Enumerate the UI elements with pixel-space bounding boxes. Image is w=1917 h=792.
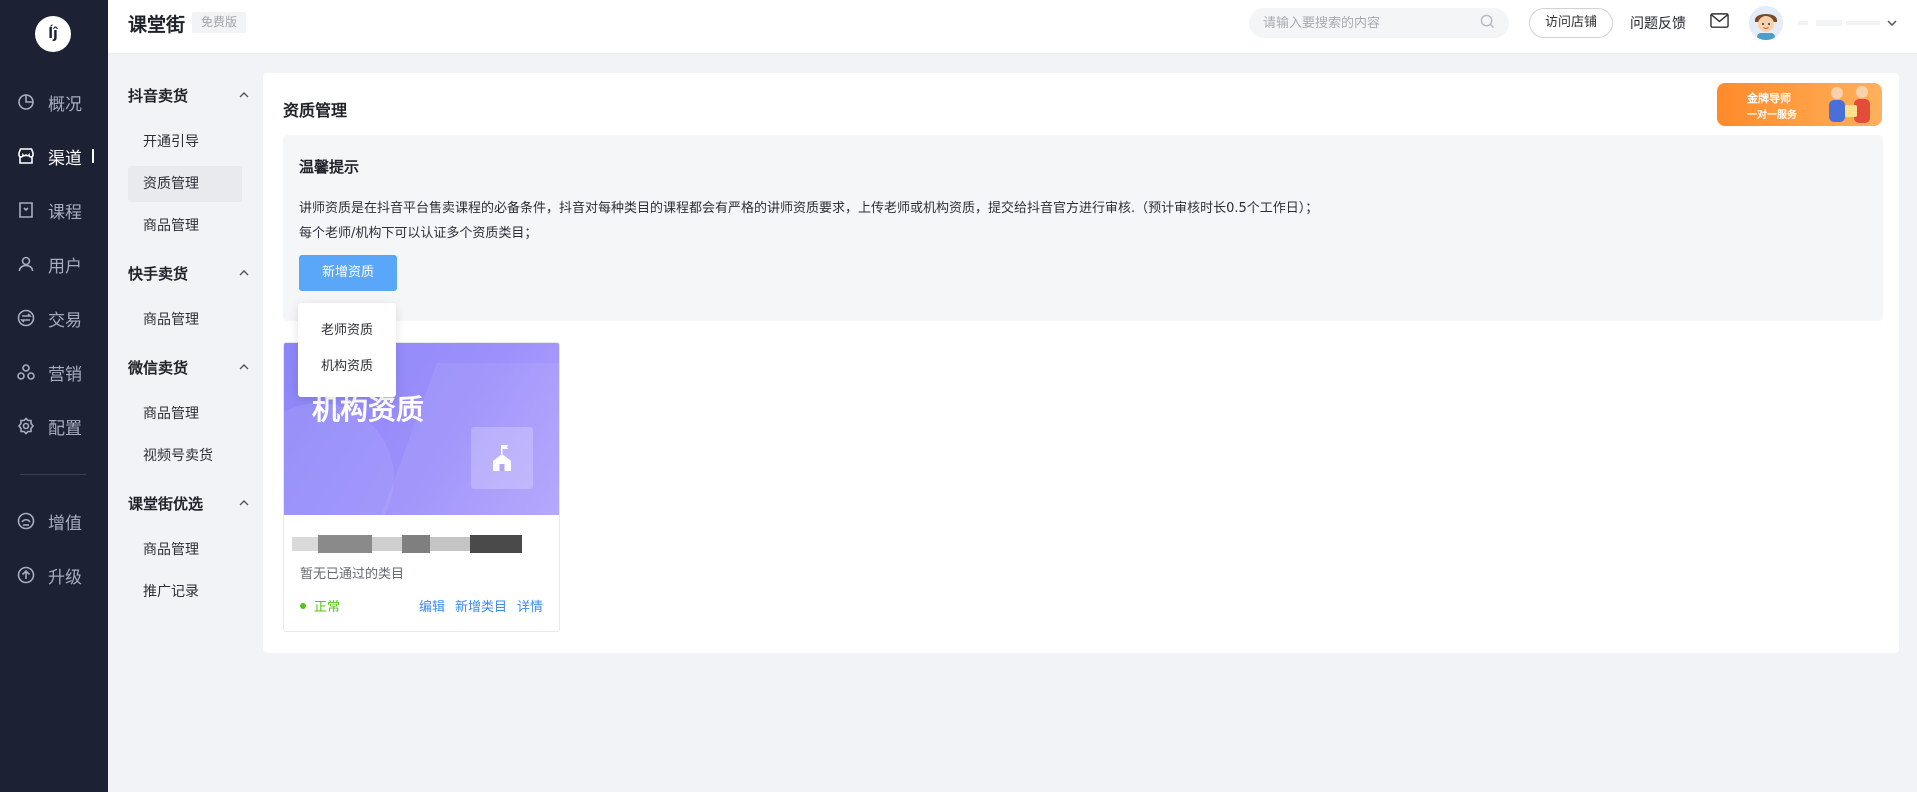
value-added-icon <box>16 511 36 531</box>
rail-item-label: 营销 <box>48 364 82 385</box>
subnav-item-douyin-guide[interactable]: 开通引导 <box>128 124 242 160</box>
store-icon <box>16 146 36 166</box>
group-title-label: 课堂街优选 <box>128 495 204 513</box>
search-box[interactable] <box>1249 8 1509 38</box>
rail-item-value-added[interactable]: 增值 <box>0 501 108 541</box>
card-actions: 编辑 新增类目 详情 <box>419 596 543 615</box>
rail-item-trade[interactable]: 交易 <box>0 298 108 338</box>
book-icon <box>16 200 36 220</box>
rail-item-label: 渠道 <box>48 148 82 169</box>
feedback-link[interactable]: 问题反馈 <box>1630 13 1686 33</box>
chevron-down-icon[interactable] <box>1886 14 1898 33</box>
app-logo[interactable]: ĺĵ <box>35 16 71 52</box>
chart-pie-icon <box>16 92 36 112</box>
user-icon <box>16 254 36 274</box>
search-input[interactable] <box>1263 15 1480 31</box>
rail-item-channel[interactable]: 渠道 <box>0 136 108 176</box>
institution-building-icon <box>471 427 533 489</box>
subnav-item-wechat-channels[interactable]: 视频号卖货 <box>128 438 242 474</box>
subnav-item-douyin-goods[interactable]: 商品管理 <box>128 208 242 244</box>
tutor-illustration-icon <box>1829 86 1870 123</box>
username-redacted <box>1794 14 1894 26</box>
rail-item-label: 升级 <box>48 567 82 588</box>
active-indicator <box>92 149 94 163</box>
mail-icon[interactable] <box>1710 12 1729 33</box>
rail-divider <box>20 474 86 475</box>
main-nav-rail: ĺĵ 概况 渠道 课程 用户 交易 营销 配置 增值 升级 <box>0 0 108 792</box>
group-title-label: 抖音卖货 <box>128 87 189 105</box>
promo-line1: 金牌导师 <box>1747 92 1791 105</box>
plan-badge: 免费版 <box>192 12 247 33</box>
avatar[interactable] <box>1749 6 1783 40</box>
dropdown-option-institution[interactable]: 机构资质 <box>298 349 396 385</box>
page-title: 资质管理 <box>283 101 348 120</box>
exchange-icon <box>16 308 36 328</box>
rail-item-user[interactable]: 用户 <box>0 244 108 284</box>
subnav-item-selection-promotion[interactable]: 推广记录 <box>128 574 242 610</box>
rail-item-label: 概况 <box>48 94 82 115</box>
tip-box: 温馨提示 讲师资质是在抖音平台售卖课程的必备条件，抖音对每种类目的课程都会有严格… <box>283 135 1883 321</box>
edit-link[interactable]: 编辑 <box>419 596 445 615</box>
rail-item-label: 增值 <box>48 513 82 534</box>
marketing-icon <box>16 362 36 382</box>
tip-title: 温馨提示 <box>299 158 360 176</box>
rail-item-upgrade[interactable]: 升级 <box>0 555 108 595</box>
upgrade-icon <box>16 565 36 585</box>
channel-subnav: 抖音卖货 开通引导 资质管理 商品管理 快手卖货 商品管理 微信卖货 商品管理 … <box>108 53 263 792</box>
rail-item-marketing[interactable]: 营销 <box>0 352 108 392</box>
rail-item-label: 用户 <box>48 256 82 277</box>
status-text: 正常 <box>314 600 341 615</box>
chevron-up-icon <box>238 495 250 513</box>
search-icon[interactable] <box>1480 14 1495 33</box>
subnav-item-wechat-goods[interactable]: 商品管理 <box>128 396 242 432</box>
subnav-item-douyin-qualification[interactable]: 资质管理 <box>128 166 242 202</box>
rail-item-overview[interactable]: 概况 <box>0 82 108 122</box>
top-header: 课堂街 免费版 访问店铺 问题反馈 <box>108 0 1917 53</box>
group-title-label: 微信卖货 <box>128 359 189 377</box>
brand-title: 课堂街 <box>128 14 186 36</box>
tip-line-2: 每个老师/机构下可以认证多个资质类目； <box>299 226 538 241</box>
status-dot <box>300 602 306 609</box>
group-douyin[interactable]: 抖音卖货 <box>128 85 250 106</box>
subnav-item-selection-goods[interactable]: 商品管理 <box>128 532 242 568</box>
group-selection[interactable]: 课堂街优选 <box>128 493 250 514</box>
rail-item-course[interactable]: 课程 <box>0 190 108 230</box>
promo-line2: 一对一服务 <box>1747 110 1797 121</box>
group-wechat[interactable]: 微信卖货 <box>128 357 250 378</box>
add-qualification-button[interactable]: 新增资质 <box>299 255 397 291</box>
visit-store-button[interactable]: 访问店铺 <box>1529 8 1614 38</box>
promo-banner[interactable]: 金牌导师 一对一服务 <box>1717 83 1882 126</box>
gear-icon <box>16 416 36 436</box>
group-kuaishou[interactable]: 快手卖货 <box>128 263 250 284</box>
card-name-redacted <box>292 535 532 553</box>
chevron-up-icon <box>238 359 250 377</box>
dropdown-option-teacher[interactable]: 老师资质 <box>298 313 396 349</box>
rail-item-label: 课程 <box>48 202 82 223</box>
rail-item-label: 配置 <box>48 418 82 439</box>
chevron-up-icon <box>238 265 250 283</box>
subnav-item-kuaishou-goods[interactable]: 商品管理 <box>128 302 242 338</box>
add-category-link[interactable]: 新增类目 <box>455 596 507 615</box>
rail-item-label: 交易 <box>48 310 82 331</box>
card-subtitle: 暂无已通过的类目 <box>300 567 405 582</box>
group-title-label: 快手卖货 <box>128 265 189 283</box>
detail-link[interactable]: 详情 <box>517 596 543 615</box>
add-qualification-dropdown: 老师资质 机构资质 <box>298 303 396 397</box>
rail-item-config[interactable]: 配置 <box>0 406 108 446</box>
chevron-up-icon <box>238 87 250 105</box>
tip-line-1: 讲师资质是在抖音平台售卖课程的必备条件，抖音对每种类目的课程都会有严格的讲师资质… <box>299 201 1319 216</box>
status-badge: 正常 <box>300 596 340 615</box>
